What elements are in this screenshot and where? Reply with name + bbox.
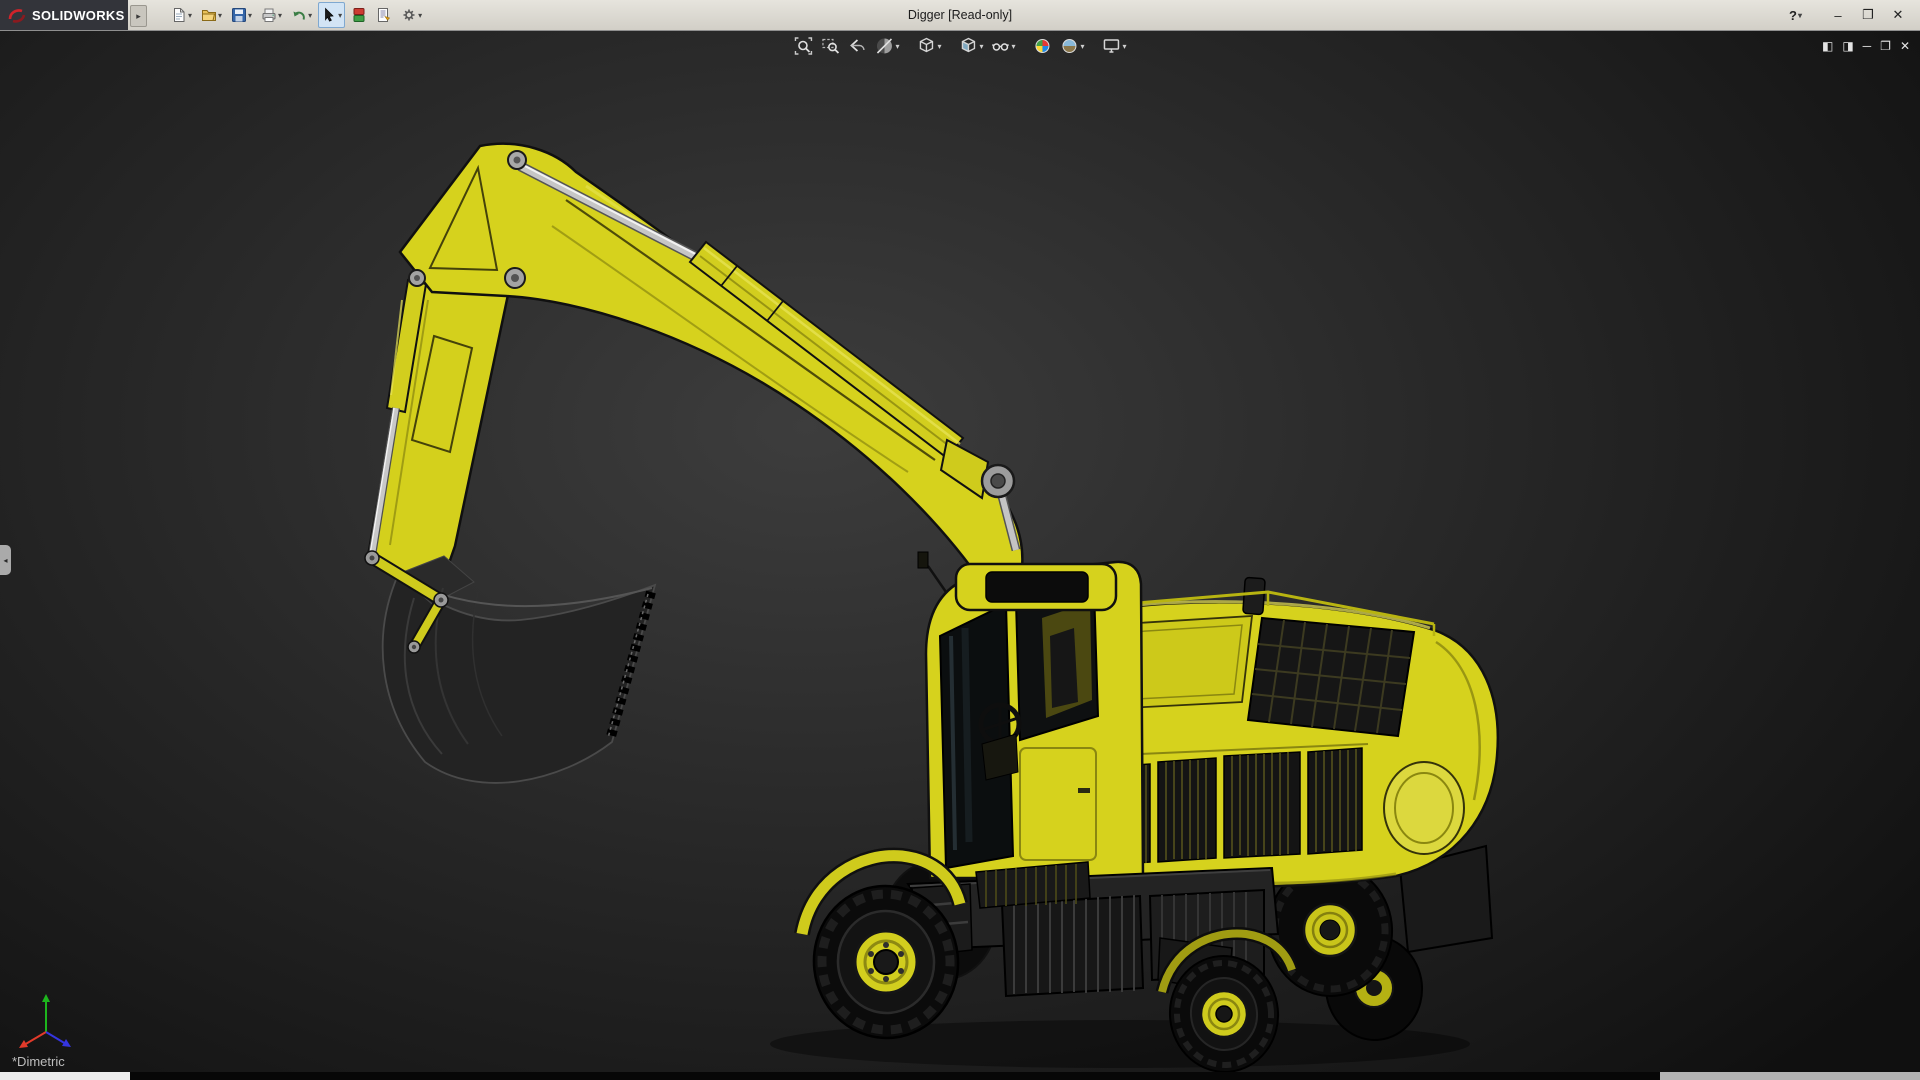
zoom-to-fit-icon [793,36,813,56]
apply-scene-button[interactable]: ▾ [1058,35,1087,57]
apply-scene-icon [1060,36,1080,56]
edit-appearance-sphere-icon [1033,36,1053,56]
bottom-strip-left [0,1072,130,1080]
options-button[interactable]: ▾ [398,2,425,28]
doc-close-button[interactable]: ✕ [1900,35,1910,57]
view-orientation-button[interactable]: ▾ [914,35,943,57]
select-button[interactable]: ▾ [318,2,345,28]
previous-view-button[interactable] [845,35,869,57]
bottom-strip-middle [130,1072,1660,1080]
undo-button[interactable]: ▾ [288,2,315,28]
dropdown-caret-icon[interactable]: ▾ [937,42,941,51]
brand-text: SOLIDWORKS [32,8,125,23]
digger-model[interactable] [0,0,1920,1080]
display-style-button[interactable]: ▾ [956,35,985,57]
dropdown-caret-icon[interactable]: ▾ [1123,42,1127,51]
orientation-triad [16,988,92,1052]
headsup-view-toolbar: ▾ ▾ ▾ [791,35,1128,57]
pane-left-icon[interactable]: ◧ [1822,35,1833,57]
ds-logo-icon [6,6,28,24]
dropdown-caret-icon[interactable]: ▾ [1798,11,1802,20]
options-gear-icon [401,7,417,23]
dropdown-caret-icon[interactable]: ▾ [248,11,252,20]
engine-vent-grid [1248,618,1414,736]
open-button[interactable]: ▾ [198,2,225,28]
open-folder-icon [201,7,217,23]
hide-show-glasses-icon [991,36,1011,56]
dropdown-caret-icon[interactable]: ▾ [308,11,312,20]
view-settings-icon [1102,36,1122,56]
engine-housing[interactable] [1094,577,1498,886]
file-properties-icon [376,7,392,23]
exhaust-stack [1243,577,1265,614]
titlebar-right-controls: ?▾ – ❐ ✕ [1789,0,1910,30]
save-button[interactable]: ▾ [228,2,255,28]
new-document-icon [171,7,187,23]
dropdown-caret-icon[interactable]: ▾ [1081,42,1085,51]
file-properties-button[interactable] [373,2,395,28]
view-orientation-cube-icon [916,36,936,56]
solidworks-logo: SOLIDWORKS [0,0,128,30]
print-icon [261,7,277,23]
mirror [918,552,928,568]
pane-right-icon[interactable]: ◨ [1842,35,1853,57]
section-view-icon [874,36,894,56]
rebuild-icon [351,7,367,23]
maximize-button[interactable]: ❐ [1856,4,1880,26]
cab[interactable] [918,552,1143,878]
quick-access-toolbar: ▾ ▾ ▾ ▾ [168,2,425,28]
undo-icon [291,7,307,23]
seat [1050,628,1078,708]
dropdown-caret-icon[interactable]: ▾ [218,11,222,20]
zoom-to-fit-button[interactable] [791,35,815,57]
print-button[interactable]: ▾ [258,2,285,28]
dropdown-caret-icon[interactable]: ▾ [979,42,983,51]
dropdown-caret-icon[interactable]: ▾ [278,11,282,20]
solidworks-window: SOLIDWORKS ▸ ▾ ▾ [0,0,1920,1080]
zoom-to-area-button[interactable] [818,35,842,57]
menu-flyout-button[interactable]: ▸ [130,5,147,27]
save-icon [231,7,247,23]
dropdown-caret-icon[interactable]: ▾ [418,11,422,20]
hide-show-items-button[interactable]: ▾ [989,35,1018,57]
zoom-to-area-icon [820,36,840,56]
doc-minimize-button[interactable]: ─ [1863,35,1872,57]
new-document-button[interactable]: ▾ [168,2,195,28]
dropdown-caret-icon[interactable]: ▾ [188,11,192,20]
rebuild-button[interactable] [348,2,370,28]
close-button[interactable]: ✕ [1886,4,1910,26]
dropdown-caret-icon[interactable]: ▾ [895,42,899,51]
bottom-strip-right [1660,1072,1920,1080]
select-cursor-icon [321,7,337,23]
dropdown-caret-icon[interactable]: ▾ [338,11,342,20]
graphics-area[interactable]: ▾ ▾ ▾ [0,31,1920,1072]
doc-restore-button[interactable]: ❐ [1880,35,1891,57]
featuretree-collapse-tab[interactable]: ◂ [0,545,11,575]
view-settings-button[interactable]: ▾ [1100,35,1129,57]
view-orientation-label: *Dimetric [12,1054,65,1069]
document-window-controls: ◧ ◨ ─ ❐ ✕ [1822,35,1910,57]
dropdown-caret-icon[interactable]: ▾ [1012,42,1016,51]
titlebar: SOLIDWORKS ▸ ▾ ▾ [0,0,1920,31]
section-view-button[interactable]: ▾ [872,35,901,57]
help-button[interactable]: ?▾ [1789,8,1802,23]
minimize-button[interactable]: – [1826,4,1850,26]
previous-view-icon [847,36,867,56]
display-style-icon [958,36,978,56]
edit-appearance-button[interactable] [1031,35,1055,57]
